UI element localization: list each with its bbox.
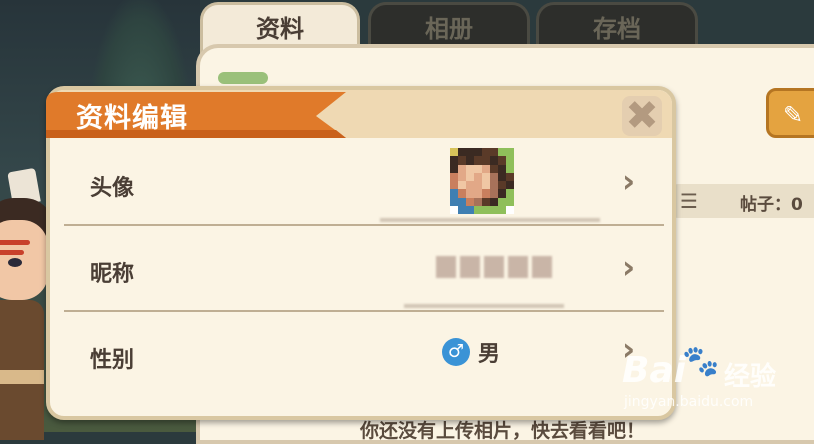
avatar-row[interactable]: 头像 › (64, 140, 664, 226)
watermark-url: jingyan.baidu.com (624, 394, 754, 410)
character-belt (0, 370, 44, 384)
baidu-watermark: Bai 🐾 经验 jingyan.baidu.com (622, 344, 812, 420)
nickname-row[interactable]: 昵称 › (64, 226, 664, 312)
character-facepaint (0, 240, 30, 245)
character-eye (8, 258, 22, 267)
pencil-icon: ✎ (783, 101, 804, 129)
watermark-brand: 经验 (724, 362, 777, 392)
avatar[interactable] (450, 148, 514, 214)
posts-counter: ☰ 帖子：0 (672, 184, 814, 218)
list-icon: ☰ (680, 189, 698, 213)
avatar-caption-blur (380, 218, 600, 222)
chevron-right-icon[interactable]: › (622, 248, 635, 286)
nickname-value (436, 256, 552, 278)
posts-count-label: 帖子：0 (740, 195, 803, 215)
dialog-title: 资料编辑 (76, 103, 188, 134)
close-icon[interactable]: ✖ (622, 96, 662, 136)
avatar-label: 头像 (90, 176, 135, 201)
male-icon: ♂ (442, 338, 470, 366)
nickname-label: 昵称 (90, 262, 135, 287)
paw-icon: 🐾 (682, 344, 720, 379)
edit-profile-button[interactable]: ✎ (766, 88, 814, 138)
gender-row[interactable]: 性别 ♂ 男 › (64, 312, 664, 398)
chevron-right-icon[interactable]: › (622, 162, 635, 200)
gender-value-wrap: ♂ 男 (442, 336, 500, 368)
edit-profile-dialog: 资料编辑 ✖ 头像 › 昵称 › 性别 ♂ 男 › (46, 86, 676, 420)
gender-label: 性别 (90, 348, 135, 373)
character-facepaint (0, 250, 24, 255)
watermark-logo: Bai (622, 350, 687, 391)
empty-album-hint: 你还没有上传相片，快去看看吧！ (360, 420, 646, 442)
gender-value: 男 (478, 342, 501, 367)
level-badge (218, 72, 268, 84)
character-face (0, 220, 48, 300)
nickname-caption-blur (404, 304, 564, 308)
